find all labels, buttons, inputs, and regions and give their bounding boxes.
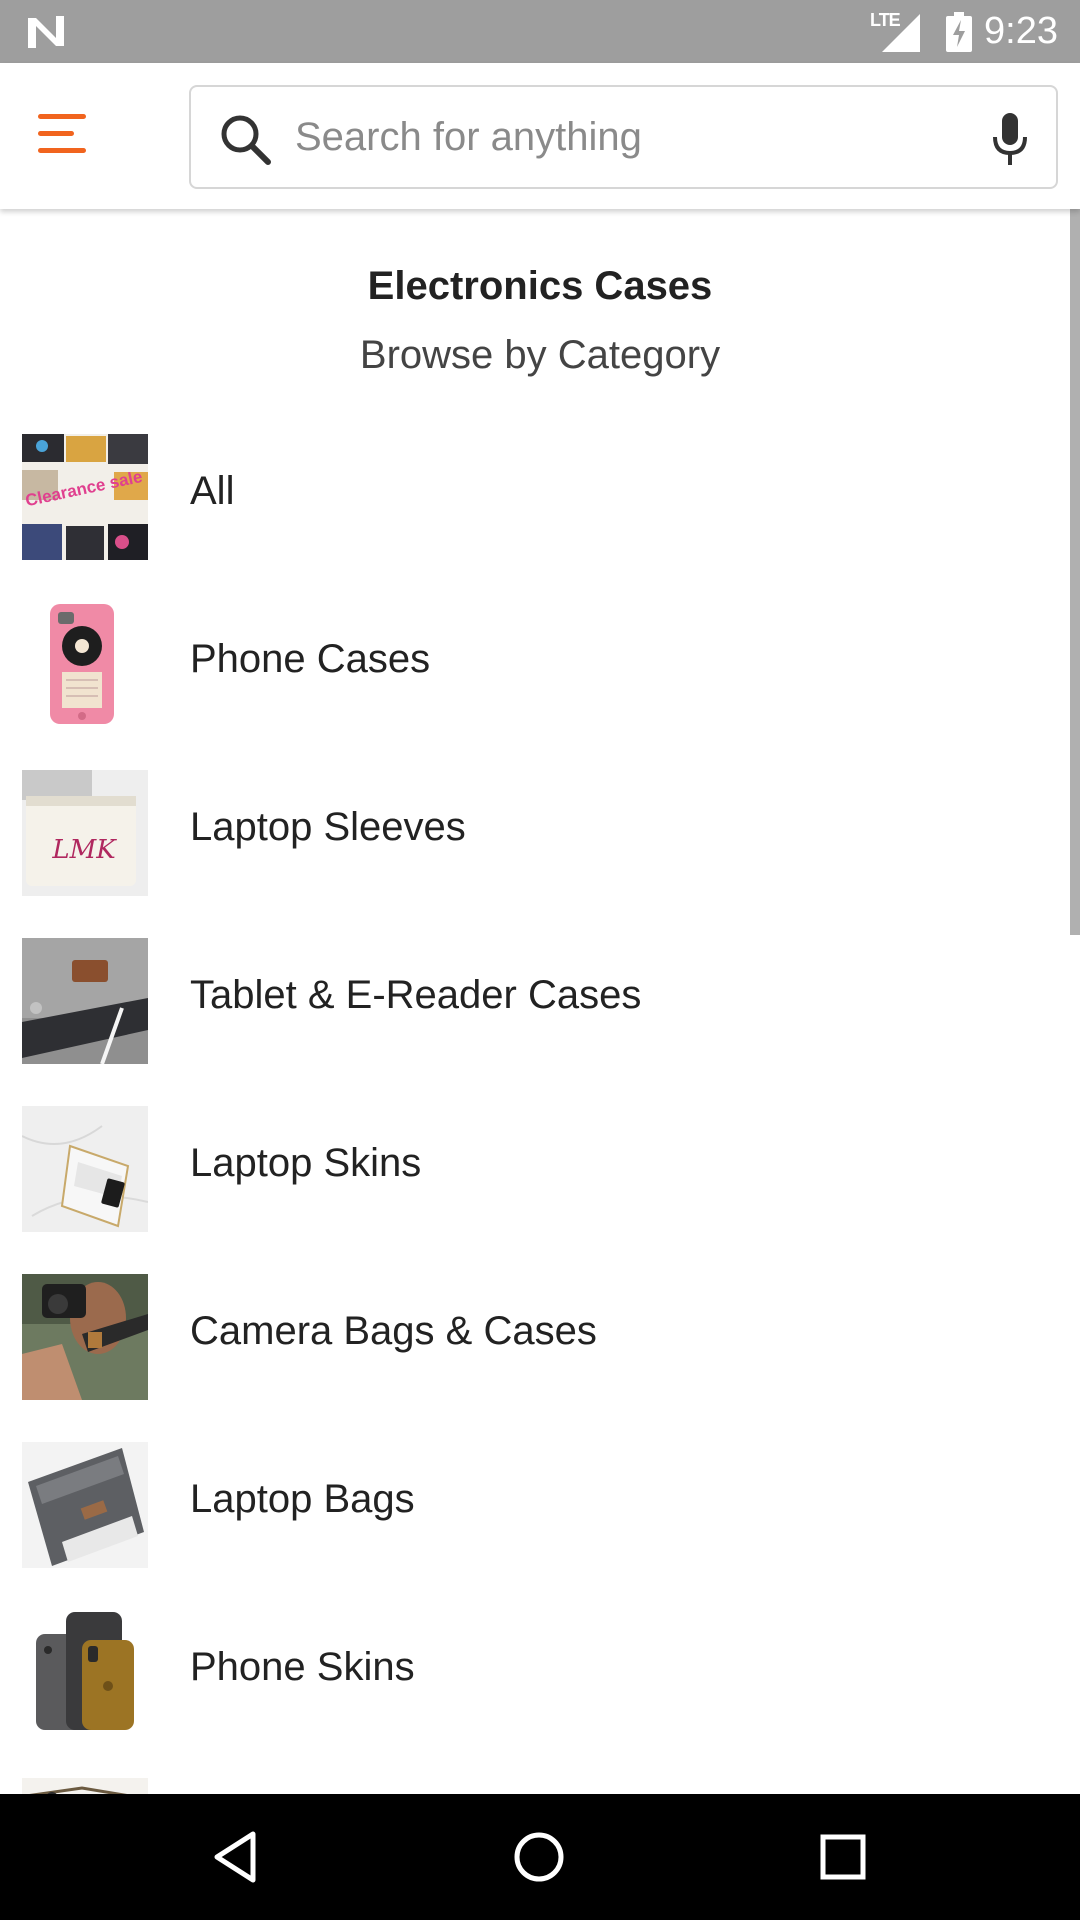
category-item-partial[interactable] — [0, 1769, 1070, 1794]
category-item-phone-cases[interactable]: Phone Cases — [0, 593, 1070, 761]
category-thumbnail — [22, 602, 148, 728]
category-thumbnail — [22, 1610, 148, 1736]
menu-button[interactable] — [38, 105, 110, 161]
back-icon[interactable] — [203, 1824, 269, 1890]
category-label: Laptop Skins — [190, 1141, 422, 1185]
status-icons: LTE 9:23 — [870, 0, 1058, 63]
notification-n-icon — [28, 16, 64, 48]
search-input[interactable] — [295, 105, 935, 169]
category-item-phone-skins[interactable]: Phone Skins — [0, 1601, 1070, 1769]
status-time: 9:23 — [984, 10, 1058, 52]
lte-signal-icon: LTE — [870, 10, 922, 54]
category-label: Laptop Bags — [190, 1477, 415, 1521]
category-label: Tablet & E-Reader Cases — [190, 973, 642, 1017]
page-subtitle: Browse by Category — [359, 333, 721, 377]
category-item-tablet-ereader-cases[interactable]: Tablet & E-Reader Cases — [0, 929, 1070, 1097]
app-bar — [0, 63, 1080, 209]
mic-icon[interactable] — [990, 111, 1030, 167]
menu-icon — [38, 113, 86, 119]
category-item-laptop-skins[interactable]: Laptop Skins — [0, 1097, 1070, 1265]
category-page: Electronics Cases Browse by Category Cle… — [0, 209, 1080, 1794]
status-bar: LTE 9:23 — [0, 0, 1080, 63]
category-thumbnail — [22, 938, 148, 1064]
category-label: Laptop Sleeves — [190, 805, 466, 849]
category-thumbnail — [22, 1442, 148, 1568]
page-title: Electronics Cases — [367, 264, 713, 308]
category-label: Phone Cases — [190, 637, 431, 681]
category-thumbnail — [22, 1274, 148, 1400]
battery-charging-icon — [946, 11, 973, 52]
category-thumbnail — [22, 1778, 148, 1794]
menu-icon-line — [38, 147, 86, 153]
category-label: All — [190, 469, 235, 513]
navigation-bar — [0, 1794, 1080, 1920]
category-item-all[interactable]: Clearance sale All — [0, 425, 1070, 593]
category-thumbnail: Clearance sale — [22, 434, 148, 560]
category-label: Camera Bags & Cases — [190, 1309, 597, 1353]
search-icon — [221, 115, 271, 165]
thumbnail-monogram-text: LMK — [51, 835, 117, 865]
recents-icon[interactable] — [810, 1824, 876, 1890]
category-thumbnail: LMK — [22, 770, 148, 896]
search-bar[interactable] — [189, 85, 1058, 189]
category-item-laptop-bags[interactable]: Laptop Bags — [0, 1433, 1070, 1601]
scrollbar[interactable] — [1070, 209, 1080, 935]
network-type: LTE — [870, 9, 901, 30]
category-thumbnail — [22, 1106, 148, 1232]
category-item-camera-bags-cases[interactable]: Camera Bags & Cases — [0, 1265, 1070, 1433]
home-icon[interactable] — [506, 1824, 572, 1890]
category-item-laptop-sleeves[interactable]: LMK Laptop Sleeves — [0, 761, 1070, 929]
menu-icon-line — [38, 130, 74, 136]
category-label: Phone Skins — [190, 1645, 415, 1689]
category-list: Clearance sale All Phone Cases LMK Lapto… — [0, 425, 1070, 1794]
